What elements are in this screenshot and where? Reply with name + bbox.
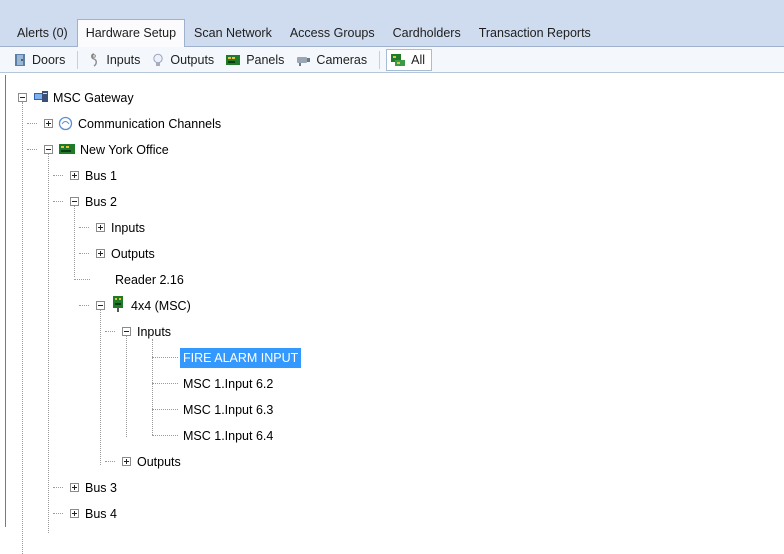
tab-cardholders[interactable]: Cardholders bbox=[384, 19, 470, 46]
tree-node-board-outputs[interactable]: Outputs bbox=[134, 452, 184, 472]
tree-connector bbox=[152, 383, 178, 384]
panels-button[interactable]: Panels bbox=[222, 49, 290, 71]
collapse-toggle[interactable] bbox=[96, 301, 105, 310]
tree-connector bbox=[152, 357, 178, 358]
gateway-icon bbox=[34, 91, 48, 102]
outputs-label: Outputs bbox=[170, 52, 215, 67]
camera-icon bbox=[297, 56, 311, 66]
tree-connector bbox=[22, 102, 23, 554]
tree-node-bus2-inputs[interactable]: Inputs bbox=[108, 218, 148, 238]
tree-node-bus-1[interactable]: Bus 1 bbox=[82, 166, 120, 186]
tree-connector bbox=[152, 409, 178, 410]
tree-connector bbox=[74, 205, 75, 277]
tree-connector bbox=[152, 435, 178, 436]
tree-connector bbox=[79, 305, 89, 306]
collapse-toggle[interactable] bbox=[44, 145, 53, 154]
tree-connector bbox=[79, 253, 89, 254]
tree-connector bbox=[53, 175, 63, 176]
tab-hardware-setup[interactable]: Hardware Setup bbox=[76, 19, 186, 47]
tab-scan-network[interactable]: Scan Network bbox=[185, 19, 281, 46]
hardware-toolbar: Doors Inputs Outputs Panels Cameras All bbox=[0, 47, 784, 73]
inputs-button[interactable]: Inputs bbox=[84, 49, 146, 71]
tree-node-input[interactable]: MSC 1.Input 6.3 bbox=[180, 400, 276, 420]
toolbar-separator bbox=[379, 50, 381, 69]
tree-node-bus-3[interactable]: Bus 3 bbox=[82, 478, 120, 498]
all-icon bbox=[391, 53, 406, 66]
tree-connector bbox=[53, 487, 63, 488]
tree-node-bus2-outputs[interactable]: Outputs bbox=[108, 244, 158, 264]
hardware-tree: MSC Gateway Communication Channels New Y… bbox=[5, 75, 784, 554]
collapse-toggle[interactable] bbox=[18, 93, 27, 102]
inputs-label: Inputs bbox=[106, 52, 141, 67]
tree-node-reader[interactable]: Reader 2.16 bbox=[112, 270, 187, 290]
tree-connector bbox=[100, 309, 101, 465]
tree-node-comm-channels[interactable]: Communication Channels bbox=[75, 114, 224, 134]
outputs-button[interactable]: Outputs bbox=[148, 49, 220, 71]
tree-connector bbox=[79, 227, 89, 228]
tree-connector bbox=[105, 461, 115, 462]
panel-icon bbox=[226, 54, 241, 65]
tree-node-board-inputs[interactable]: Inputs bbox=[134, 322, 174, 342]
tree-node-board[interactable]: 4x4 (MSC) bbox=[128, 296, 194, 316]
doors-label: Doors bbox=[32, 52, 66, 67]
tree-connector bbox=[105, 331, 115, 332]
main-tab-strip: Alerts (0) Hardware Setup Scan Network A… bbox=[0, 0, 784, 47]
tree-connector bbox=[27, 123, 37, 124]
tab-alerts[interactable]: Alerts (0) bbox=[8, 19, 77, 46]
expand-toggle[interactable] bbox=[44, 119, 53, 128]
site-panel-icon bbox=[59, 144, 75, 154]
tree-connector bbox=[53, 201, 63, 202]
tab-access-groups[interactable]: Access Groups bbox=[281, 19, 384, 46]
expand-toggle[interactable] bbox=[70, 483, 79, 492]
expand-toggle[interactable] bbox=[70, 509, 79, 518]
collapse-toggle[interactable] bbox=[122, 327, 131, 336]
expand-toggle[interactable] bbox=[122, 457, 131, 466]
tree-connector bbox=[74, 279, 90, 280]
tree-node-bus-4[interactable]: Bus 4 bbox=[82, 504, 120, 524]
tree-connector bbox=[48, 153, 49, 533]
tree-connector bbox=[126, 335, 127, 437]
expand-toggle[interactable] bbox=[70, 171, 79, 180]
tab-list: Alerts (0) Hardware Setup Scan Network A… bbox=[8, 19, 600, 47]
tree-connector bbox=[152, 339, 153, 435]
tree-node-root[interactable]: MSC Gateway bbox=[50, 88, 137, 108]
tab-transaction-reports[interactable]: Transaction Reports bbox=[470, 19, 600, 46]
cameras-button[interactable]: Cameras bbox=[292, 49, 373, 71]
tree-node-input[interactable]: MSC 1.Input 6.2 bbox=[180, 374, 276, 394]
door-icon bbox=[15, 53, 25, 66]
cameras-label: Cameras bbox=[316, 52, 368, 67]
tree-node-input[interactable]: MSC 1.Input 6.4 bbox=[180, 426, 276, 446]
board-icon bbox=[113, 296, 123, 312]
toolbar-separator bbox=[77, 50, 79, 69]
all-label: All bbox=[411, 52, 426, 67]
tree-connector bbox=[27, 149, 37, 150]
all-button[interactable]: All bbox=[386, 48, 433, 71]
tree-node-input-selected[interactable]: FIRE ALARM INPUT bbox=[180, 348, 302, 368]
tree-node-bus-2[interactable]: Bus 2 bbox=[82, 192, 120, 212]
panels-label: Panels bbox=[246, 52, 285, 67]
doors-button[interactable]: Doors bbox=[10, 49, 71, 71]
expand-toggle[interactable] bbox=[96, 223, 105, 232]
expand-toggle[interactable] bbox=[96, 249, 105, 258]
bulb-icon bbox=[153, 53, 164, 66]
channels-icon bbox=[58, 116, 73, 131]
tree-connector bbox=[53, 513, 63, 514]
collapse-toggle[interactable] bbox=[70, 197, 79, 206]
tree-node-site[interactable]: New York Office bbox=[77, 140, 172, 160]
input-icon bbox=[91, 52, 98, 67]
